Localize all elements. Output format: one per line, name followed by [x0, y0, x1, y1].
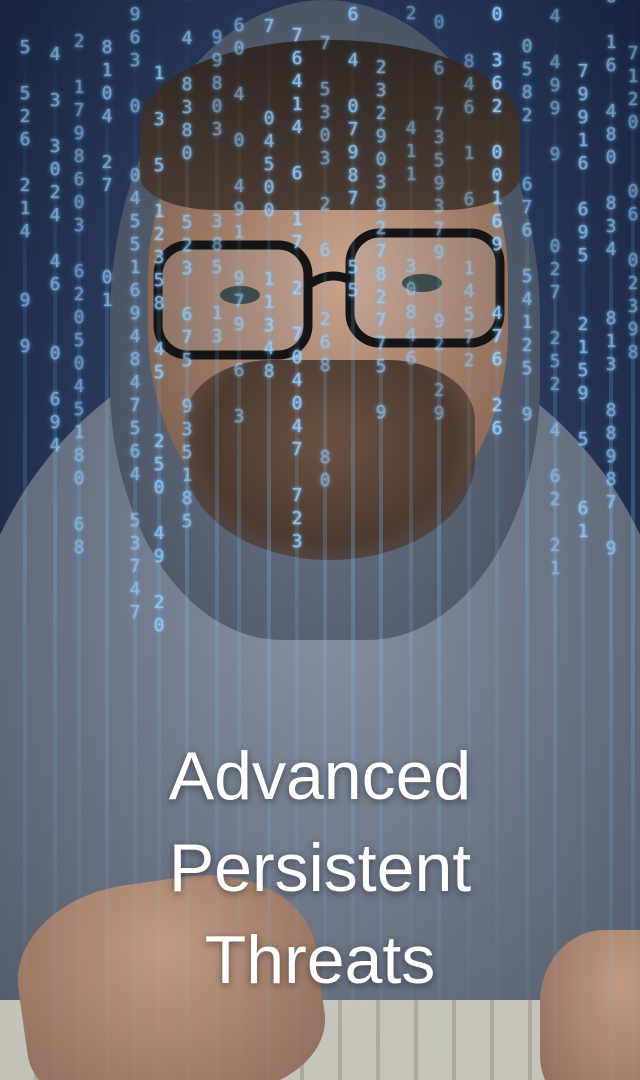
- code-rain-column: 0 6 7 3 5 9 3 7 9 9 2 2 9: [433, 12, 445, 424]
- code-rain-column: 8 4 6 1 6 1 4 5 7 2: [463, 51, 475, 371]
- code-rain-column: 6 4 0 7 9 8 7 5 5: [347, 4, 359, 301]
- code-rain-column: 8 1 0 4 2 7 0 1: [101, 37, 113, 311]
- code-rain-column: 7 5 3 0 3 2 6 2 6 8 8 0: [319, 33, 331, 491]
- code-rain-column: 4 3 3 0 2 4 4 6 0 6 9 4: [49, 44, 61, 456]
- poster: 5 5 2 6 2 1 4 9 9 4 3 3 0 2 4 4 6 0 6 9 …: [0, 0, 640, 1080]
- code-rain-column: 4 4 9 9 9 0 2 7 2 5 2 4 6 2 2 1: [549, 6, 561, 579]
- code-rain-column: 9 9 8 0 3 3 8 5 1 3: [211, 27, 223, 347]
- code-rain-column: 2 4 1 1 3 0 8 4 6: [405, 3, 417, 369]
- code-rain-column: 7 6 4 1 4 6 1 7 2 7 0 4 0 4 7 7 2 3: [291, 25, 303, 552]
- title-line-1: Advanced: [168, 738, 472, 814]
- title-line-2: Persistent: [168, 830, 472, 906]
- code-rain-column: 7 0 4 5 0 0 1 1 3 4 8: [263, 16, 275, 382]
- code-rain-column: 2 1 7 9 8 6 0 3 6 2 0 5 0 4 5 1 8 0 6 8: [73, 31, 85, 558]
- code-rain-column: 5 5 2 6 2 1 4 9 9: [19, 37, 31, 357]
- code-rain-column: 1 3 5 1 2 3 5 8 4 5 2 5 0 4 9 2 0: [153, 63, 165, 636]
- code-rain-column: 7 1 2 0 0 6 0 2 3 9 8: [627, 43, 639, 363]
- code-rain-column: 7 9 6 3 0 0 4 5 5 1 6 9 4 8 4 7 5 6 4 5 …: [129, 0, 141, 623]
- code-rain-column: 0 3 6 2 0 0 1 6 9 4 7 6 2 6: [491, 4, 503, 439]
- code-rain-column: 6 1 6 4 8 0 8 3 4 8 1 3 8 8 9 8 7 9: [605, 0, 617, 559]
- code-rain-column: 6 0 4 0 4 9 1 9 7 9 6 3: [233, 15, 245, 427]
- code-rain-column: 0 5 8 2 6 7 6 5 4 1 2 5 9: [521, 36, 533, 425]
- title-line-3: Threats: [204, 922, 436, 998]
- poster-title: Advanced Persistent Threats: [0, 730, 640, 1006]
- code-rain-column: 3 4 8 3 8 0 5 2 3 6 7 5 9 3 5 1 8 5: [181, 0, 193, 532]
- code-rain-column: 7 9 9 1 6 6 9 5 2 1 5 9 5 6 1: [577, 61, 589, 542]
- code-rain-column: 2 3 2 9 0 3 9 2 7 8 2 7 7 5 9: [375, 57, 387, 423]
